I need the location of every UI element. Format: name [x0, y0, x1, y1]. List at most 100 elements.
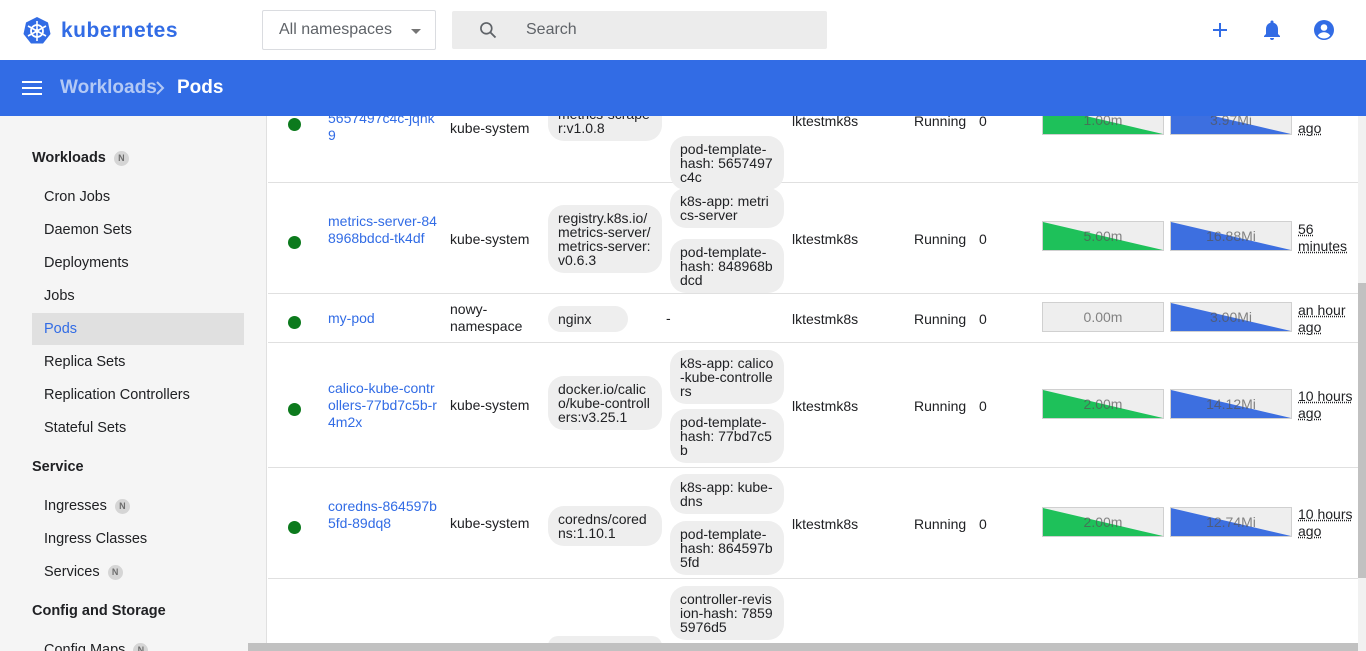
- search-icon: [480, 22, 497, 39]
- sidebar-item-label: Stateful Sets: [44, 420, 127, 436]
- memory-usage-sparkline: 12.74Mi: [1170, 507, 1292, 537]
- memory-usage-value: 3.00Mi: [1209, 309, 1253, 325]
- pod-label-chip: k8s-app: calico-kube-controllers: [670, 350, 784, 404]
- account-circle-icon[interactable]: [1312, 18, 1336, 42]
- pod-status: Running: [914, 116, 967, 129]
- pod-name-link[interactable]: metrics-server-848968bdcd-tk4df: [328, 213, 438, 247]
- pod-image-chip: nginx: [548, 306, 628, 332]
- pod-name-link[interactable]: 5657497c4c-jqhk9: [328, 116, 438, 144]
- pod-image-chip: [548, 636, 662, 643]
- pod-namespace: kube-system: [450, 120, 530, 136]
- pod-restarts: 0: [979, 516, 987, 532]
- pod-restarts: 0: [979, 116, 987, 129]
- cpu-usage-value: 0.00m: [1083, 309, 1123, 325]
- pod-node[interactable]: lktestmk8s: [792, 116, 858, 130]
- brand-name: kubernetes: [61, 19, 179, 42]
- search-input[interactable]: [526, 11, 816, 49]
- sidebar-item-label: Pods: [44, 321, 78, 337]
- sidebar-item-config-maps[interactable]: Config Maps N: [32, 634, 244, 651]
- sidebar-item-replication-controllers[interactable]: Replication Controllers: [32, 379, 244, 411]
- pod-node[interactable]: lktestmk8s: [792, 231, 858, 248]
- sidebar-item-label: Config Maps: [44, 642, 126, 651]
- sidebar-item-label: Services: [44, 564, 100, 580]
- sidebar-item-label: Cron Jobs: [44, 189, 111, 205]
- new-badge: N: [114, 498, 130, 514]
- table-row[interactable]: [268, 579, 1358, 643]
- cpu-usage-value: 2.00m: [1083, 514, 1123, 530]
- sidebar-item-deployments[interactable]: Deployments: [32, 247, 244, 279]
- running-status-icon: [288, 118, 301, 131]
- sidebar-item-label: Deployments: [44, 255, 129, 271]
- pod-name-link[interactable]: coredns-864597b5fd-89dq8: [328, 498, 438, 532]
- sidebar: Workloads N Cron Jobs Daemon Sets Deployme…: [0, 116, 267, 651]
- app-bar: Workloads Pods: [0, 60, 1366, 116]
- memory-usage-value: 3.97Mi: [1209, 116, 1253, 128]
- pod-label-chip: controller-revision-hash: 78595976d5: [670, 586, 784, 640]
- sidebar-item-jobs[interactable]: Jobs: [32, 280, 244, 312]
- sidebar-item-ingress-classes[interactable]: Ingress Classes: [32, 523, 244, 555]
- pod-age: 10 hours ago: [1298, 388, 1353, 421]
- chevron-down-icon: [411, 29, 421, 34]
- pod-namespace: kube-system: [450, 515, 530, 531]
- pod-labels-empty: -: [666, 310, 671, 326]
- sidebar-item-ingresses[interactable]: Ingresses N: [32, 490, 244, 522]
- pod-node[interactable]: lktestmk8s: [792, 516, 858, 533]
- sidebar-item-daemon-sets[interactable]: Daemon Sets: [32, 214, 244, 246]
- top-bar: kubernetes All namespaces: [0, 0, 1366, 60]
- pod-name-link[interactable]: calico-kube-controllers-77bd7c5b-r4m2x: [328, 380, 438, 431]
- pod-namespace: nowy-namespace: [450, 301, 523, 334]
- sidebar-section-service[interactable]: Service: [32, 459, 84, 475]
- sidebar-item-pods[interactable]: Pods: [32, 313, 244, 345]
- sidebar-item-label: Replica Sets: [44, 354, 126, 370]
- running-status-icon: [288, 316, 301, 329]
- sidebar-item-services[interactable]: Services N: [32, 556, 244, 588]
- running-status-icon: [288, 521, 301, 534]
- bell-icon[interactable]: [1260, 18, 1284, 42]
- memory-usage-sparkline: 3.00Mi: [1170, 302, 1292, 332]
- cpu-usage-sparkline: 5.00m: [1042, 221, 1164, 251]
- pod-node[interactable]: lktestmk8s: [792, 398, 858, 415]
- pod-namespace: kube-system: [450, 231, 530, 247]
- sidebar-item-label: Ingress Classes: [44, 531, 148, 547]
- vertical-scrollbar-thumb[interactable]: [1358, 283, 1366, 578]
- cpu-usage-value: 5.00m: [1083, 228, 1123, 244]
- cpu-usage-sparkline: 2.00m: [1042, 507, 1164, 537]
- new-badge: N: [113, 150, 129, 166]
- pod-status: Running: [914, 231, 967, 247]
- search-box[interactable]: [452, 11, 827, 49]
- sidebar-section-config-storage[interactable]: Config and Storage: [32, 603, 166, 619]
- horizontal-scrollbar[interactable]: [248, 643, 1358, 651]
- namespace-select[interactable]: All namespaces: [262, 10, 436, 50]
- sidebar-item-label: Ingresses: [44, 498, 107, 514]
- pod-label-chip: pod-template-hash: 864597b5fd: [670, 521, 784, 575]
- sidebar-item-label: Daemon Sets: [44, 222, 132, 238]
- pod-namespace: kube-system: [450, 397, 530, 413]
- pod-age: 10 hours ago: [1298, 506, 1353, 539]
- sidebar-item-cron-jobs[interactable]: Cron Jobs: [32, 181, 244, 213]
- sidebar-item-label: Replication Controllers: [44, 387, 190, 403]
- cpu-usage-value: 1.00m: [1083, 116, 1123, 128]
- cpu-usage-sparkline: 0.00m: [1042, 302, 1164, 332]
- running-status-icon: [288, 236, 301, 249]
- pod-status: Running: [914, 311, 967, 327]
- pod-age: 56 minutes ago: [1298, 221, 1348, 257]
- pod-name-link[interactable]: my-pod: [328, 310, 438, 327]
- hamburger-menu-icon[interactable]: [22, 80, 42, 96]
- breadcrumb-workloads[interactable]: Workloads: [60, 60, 157, 116]
- memory-usage-value: 16.88Mi: [1206, 228, 1256, 244]
- sidebar-section-label: Workloads: [32, 150, 106, 166]
- cpu-usage-value: 2.00m: [1083, 396, 1123, 412]
- memory-usage-sparkline: 14.12Mi: [1170, 389, 1292, 419]
- pod-restarts: 0: [979, 398, 987, 414]
- pod-label-chip: k8s-app: metrics-server: [670, 188, 784, 228]
- plus-icon[interactable]: [1208, 18, 1232, 42]
- running-status-icon: [288, 403, 301, 416]
- sidebar-section-workloads[interactable]: Workloads N: [32, 150, 129, 166]
- pod-label-chip: k8s-app: kube-dns: [670, 474, 784, 514]
- pod-image-chip: docker.io/calico/kube-controllers:v3.25.…: [548, 376, 662, 430]
- sidebar-item-replica-sets[interactable]: Replica Sets: [32, 346, 244, 378]
- pod-node[interactable]: lktestmk8s: [792, 311, 858, 328]
- sidebar-item-stateful-sets[interactable]: Stateful Sets: [32, 412, 244, 444]
- sidebar-section-label: Config and Storage: [32, 603, 166, 619]
- kubernetes-logo[interactable]: kubernetes: [22, 15, 178, 47]
